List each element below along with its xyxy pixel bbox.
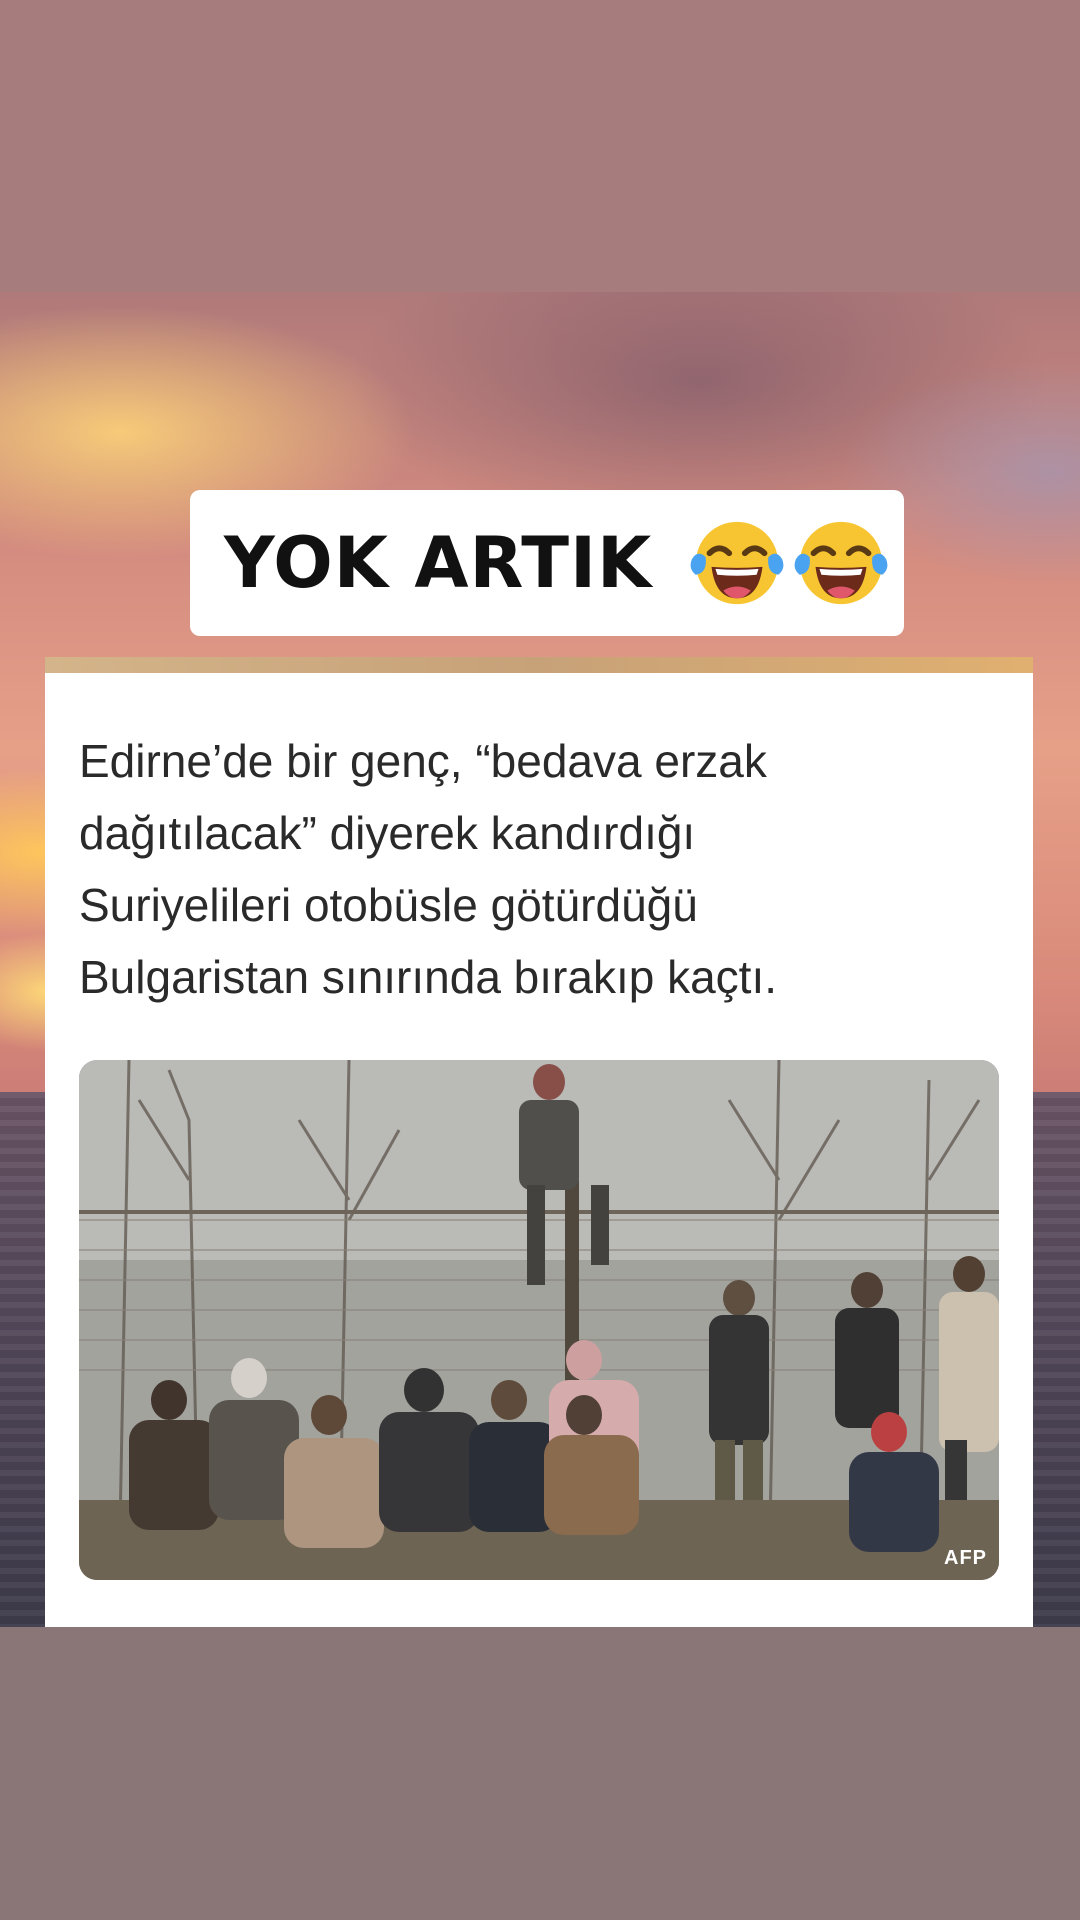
title-text: YOK ARTIK <box>224 522 653 604</box>
border-group-photo <box>79 1060 999 1580</box>
title-banner: YOK ARTIK <box>190 490 904 636</box>
headline-line: dağıtılacak” diyerek kandırdığı <box>79 807 696 859</box>
news-photo: AFP <box>79 1060 999 1580</box>
news-card: Edirne’de bir genç, “bedava erzak dağıtı… <box>45 657 1033 1627</box>
photo-credit: AFP <box>944 1547 987 1569</box>
bottom-background-band <box>0 1627 1080 1920</box>
emoji-row <box>688 514 890 612</box>
headline-line: Suriyelileri otobüsle götürdüğü <box>79 879 698 931</box>
laughing-crying-emoji-icon <box>690 521 784 605</box>
card-accent-bar <box>45 657 1033 673</box>
headline-line: Bulgaristan sınırında bırakıp kaçtı. <box>79 951 778 1003</box>
headline-line: Edirne’de bir genç, “bedava erzak <box>79 735 767 787</box>
news-headline: Edirne’de bir genç, “bedava erzak dağıtı… <box>79 725 999 1013</box>
top-background-band <box>0 0 1080 292</box>
laughing-crying-emoji-icon <box>794 521 888 605</box>
